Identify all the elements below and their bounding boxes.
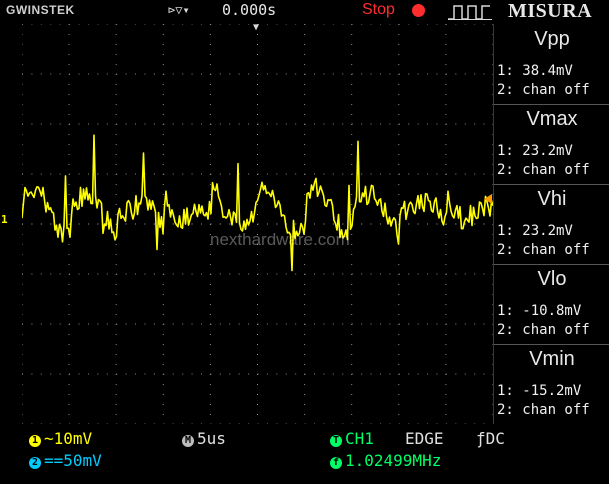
ch1-badge-icon: 1	[29, 435, 41, 447]
trigger-source: CH1	[345, 429, 374, 448]
ch1-ground-marker: 1	[1, 213, 8, 226]
measurement-ch1-value: 1: -15.2mV	[497, 383, 582, 399]
measurement-label: Vhi	[537, 188, 567, 210]
measurement-vmax[interactable]: Vmax 1: 23.2mV 2: chan off	[494, 104, 609, 185]
stop-indicator-icon	[412, 4, 425, 17]
measurement-ch1-value: 1: -10.8mV	[497, 303, 582, 319]
trigger-position-marker: ▼	[253, 22, 260, 33]
ch1-scale-readout[interactable]: 1 ~10mV	[29, 429, 92, 448]
ch1-scale: 10mV	[53, 429, 93, 448]
brand-logo: GWINSTEK	[6, 3, 75, 17]
measurement-label: Vmax	[526, 108, 578, 130]
trigger-coupling[interactable]: ƒDC	[476, 429, 505, 448]
measurement-panel: Vpp 1: 38.4mV 2: chan off Vmax 1: 23.2mV…	[493, 24, 609, 424]
measurement-ch2-value: 2: chan off	[497, 82, 590, 98]
graticule	[22, 24, 493, 424]
trigger-level-marker	[484, 194, 492, 204]
measurement-vlo[interactable]: Vlo 1: -10.8mV 2: chan off	[494, 264, 609, 345]
expand-arrow-icon: ⊳▽▾	[168, 3, 190, 17]
measurement-label: Vpp	[534, 28, 570, 50]
trigger-type[interactable]: EDGE	[405, 429, 444, 448]
measurement-label: Vmin	[529, 348, 575, 370]
pulse-wave-icon	[448, 5, 492, 20]
measurement-ch1-value: 1: 23.2mV	[497, 223, 573, 239]
frequency-badge-icon: f	[330, 457, 342, 469]
ch2-scale: 50mV	[63, 451, 102, 470]
waveform-grid	[22, 24, 493, 424]
measurement-ch1-value: 1: 38.4mV	[497, 63, 573, 79]
measurement-ch1-value: 1: 23.2mV	[497, 143, 573, 159]
ch2-scale-readout[interactable]: 2 ==50mV	[29, 451, 102, 470]
timebase-value: 5us	[197, 429, 226, 448]
ch1-coupling: ~	[44, 429, 54, 448]
ch1-waveform-trace	[22, 134, 493, 272]
frequency-readout: f 1.02499MHz	[330, 451, 441, 470]
top-status-bar: GWINSTEK ⊳▽▾ 0.000s Stop MISURA	[0, 0, 609, 22]
timebase-badge-icon: M	[182, 435, 194, 447]
measurement-vhi[interactable]: Vhi 1: 23.2mV 2: chan off	[494, 184, 609, 265]
measurement-ch2-value: 2: chan off	[497, 242, 590, 258]
ch2-badge-icon: 2	[29, 457, 41, 469]
run-state-label[interactable]: Stop	[362, 1, 395, 19]
trigger-delay: 0.000s	[222, 1, 277, 19]
frequency-value: 1.02499MHz	[345, 451, 442, 470]
measurement-ch2-value: 2: chan off	[497, 402, 590, 418]
oscilloscope-screen: GWINSTEK ⊳▽▾ 0.000s Stop MISURA ▼ 1 next…	[0, 0, 609, 484]
ch2-coupling: ==	[44, 451, 64, 470]
measurement-ch2-value: 2: chan off	[497, 322, 590, 338]
watermark: nexthardware.com	[210, 230, 350, 249]
trigger-source-readout[interactable]: T CH1	[330, 429, 374, 448]
measurement-vpp[interactable]: Vpp 1: 38.4mV 2: chan off	[494, 24, 609, 105]
measurement-ch2-value: 2: chan off	[497, 162, 590, 178]
timebase-readout[interactable]: M 5us	[182, 429, 226, 448]
bottom-status-bar: 1 ~10mV 2 ==50mV M 5us T CH1 EDGE ƒDC f 1.024…	[0, 425, 609, 484]
menu-title: MISURA	[508, 0, 593, 22]
measurement-label: Vlo	[537, 268, 567, 290]
measurement-vmin[interactable]: Vmin 1: -15.2mV 2: chan off	[494, 344, 609, 424]
trigger-badge-icon: T	[330, 435, 342, 447]
